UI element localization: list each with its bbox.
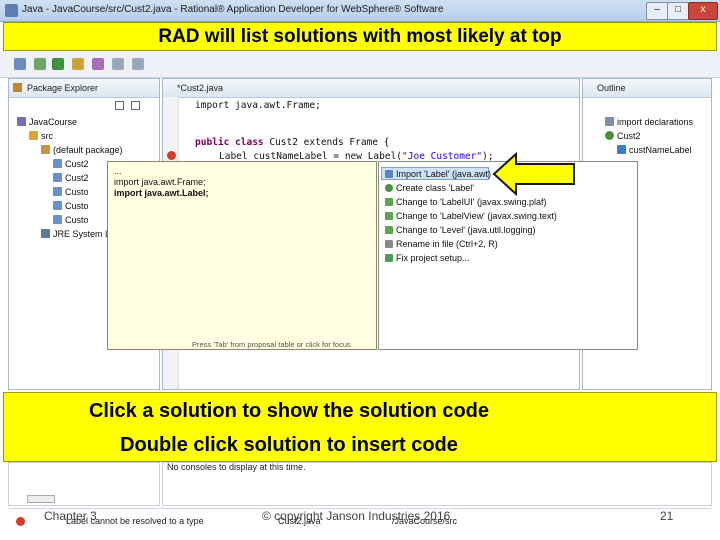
java-file-icon (53, 187, 62, 196)
window-title-bar: Java - JavaCourse/src/Cust2.java - Ratio… (0, 0, 720, 22)
minimize-button[interactable]: – (646, 2, 668, 20)
error-marker-icon[interactable] (167, 151, 176, 160)
change-icon (385, 226, 393, 234)
code-line-class[interactable]: public class Cust2 extends Frame { (195, 137, 389, 148)
tree-item-jre[interactable]: JRE System L (41, 229, 110, 239)
change-icon (385, 212, 393, 220)
library-icon (41, 229, 50, 238)
tree-item-file[interactable]: Custo (53, 187, 89, 197)
app-icon (5, 4, 18, 17)
pointer-arrow-shape (492, 152, 575, 196)
code-line-import[interactable]: import java.awt.Frame; (195, 100, 321, 111)
window-title: Java - JavaCourse/src/Cust2.java - Ratio… (22, 4, 444, 15)
imports-icon (605, 117, 614, 126)
preview-line: import java.awt.Label; (114, 188, 209, 198)
error-icon (16, 517, 25, 526)
left-lower-panel (8, 462, 160, 506)
tree-item-file[interactable]: Cust2 (53, 159, 89, 169)
bottom-banner-line-1: Click a solution to show the solution co… (88, 400, 490, 422)
preview-line: import java.awt.Frame; (114, 177, 206, 187)
package-icon (13, 83, 22, 92)
suggestion-import-label[interactable]: Import 'Label' (java.awt) (385, 169, 491, 179)
class-icon (385, 184, 393, 192)
close-button[interactable]: x (688, 2, 718, 20)
link-editor-icon[interactable] (131, 101, 140, 110)
suggestion-create-class[interactable]: Create class 'Label' (385, 183, 474, 193)
footer-copyright: © copyright Janson Industries 2016 (262, 509, 451, 523)
back-icon[interactable] (112, 58, 124, 70)
field-icon (617, 145, 626, 154)
pointer-arrow (492, 152, 575, 196)
top-banner-text: RAD will list solutions with most likely… (158, 26, 562, 47)
tree-item-file[interactable]: Cust2 (53, 173, 89, 183)
package-icon[interactable] (92, 58, 104, 70)
preview-line: ... (114, 166, 122, 176)
java-file-icon (53, 201, 62, 210)
suggestion-change-labelview[interactable]: Change to 'LabelView' (javax.swing.text) (385, 211, 557, 221)
search-icon[interactable] (72, 58, 84, 70)
package-icon (41, 145, 50, 154)
package-explorer-tab[interactable]: Package Explorer (27, 83, 98, 93)
change-icon (385, 198, 393, 206)
tree-item-default-package[interactable]: (default package) (41, 145, 123, 155)
preview-hint[interactable]: Press 'Tab' from proposal table or click… (192, 340, 351, 349)
editor-tab[interactable]: *Cust2.java (177, 83, 223, 93)
top-banner: RAD will list solutions with most likely… (3, 22, 717, 51)
tree-item-file[interactable]: Custo (53, 201, 89, 211)
tree-item-project[interactable]: JavaCourse (17, 117, 77, 127)
tree-item-file[interactable]: Custo (53, 215, 89, 225)
forward-icon[interactable] (132, 58, 144, 70)
java-file-icon (53, 215, 62, 224)
scroll-left-icon[interactable] (27, 495, 55, 503)
outline-header: Outline (583, 79, 711, 98)
new-icon[interactable] (14, 58, 26, 70)
suggestion-change-labelui[interactable]: Change to 'LabelUI' (javax.swing.plaf) (385, 197, 547, 207)
package-explorer-header: Package Explorer (9, 79, 159, 98)
maximize-button[interactable]: □ (667, 2, 689, 20)
debug-icon[interactable] (34, 58, 46, 70)
suggestion-change-level[interactable]: Change to 'Level' (java.util.logging) (385, 225, 536, 235)
folder-icon (29, 131, 38, 140)
bottom-banner-line-2: Double click solution to insert code (120, 434, 458, 456)
outline-tab[interactable]: Outline (597, 83, 626, 93)
bottom-banner: Click a solution to show the solution co… (3, 392, 717, 462)
proposal-preview-popup[interactable]: ... import java.awt.Frame; import java.a… (107, 161, 377, 350)
java-file-icon (53, 173, 62, 182)
outline-item-imports[interactable]: import declarations (605, 117, 693, 127)
collapse-all-icon[interactable] (115, 101, 124, 110)
tree-item-src[interactable]: src (29, 131, 53, 141)
fix-icon (385, 254, 393, 262)
console-message: No consoles to display at this time. (167, 462, 306, 472)
suggestion-rename-in-file[interactable]: Rename in file (Ctrl+2, R) (385, 239, 498, 249)
run-icon[interactable] (52, 58, 64, 70)
class-icon (605, 131, 614, 140)
footer-chapter: Chapter 3 (44, 509, 97, 523)
import-icon (385, 170, 393, 178)
outline-item-class[interactable]: Cust2 (605, 131, 641, 141)
rename-icon (385, 240, 393, 248)
console-panel: No consoles to display at this time. (162, 462, 712, 506)
footer-page-number: 21 (660, 509, 674, 523)
java-file-icon (53, 159, 62, 168)
editor-header: *Cust2.java (163, 79, 579, 98)
project-icon (17, 117, 26, 126)
outline-item-field[interactable]: custNameLabel (617, 145, 692, 155)
suggestion-fix-project-setup[interactable]: Fix project setup... (385, 253, 470, 263)
main-toolbar (0, 52, 720, 78)
